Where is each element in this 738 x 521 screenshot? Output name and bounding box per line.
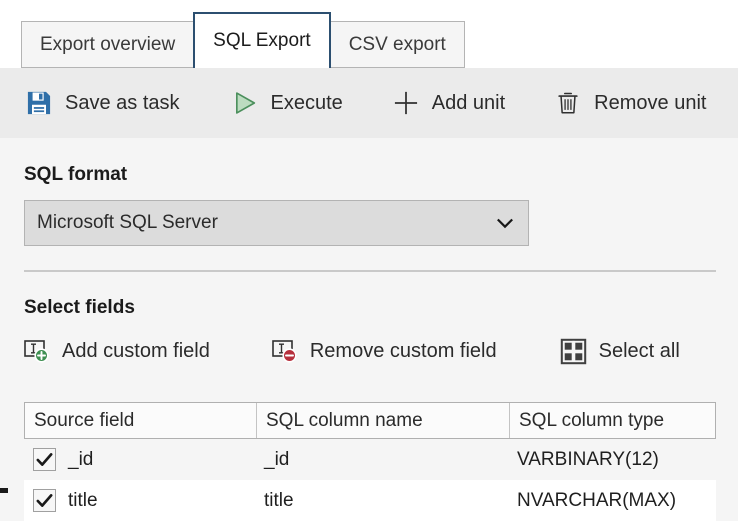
- plus-icon: [391, 88, 421, 118]
- button-label: Add custom field: [62, 340, 210, 363]
- play-triangle-icon: [230, 88, 260, 118]
- chevron-down-icon[interactable]: [482, 212, 528, 234]
- tab-label: SQL Export: [213, 30, 311, 52]
- cell-sql-column-name[interactable]: _id: [255, 439, 508, 480]
- tab-csv-export[interactable]: CSV export: [330, 21, 465, 68]
- row-checkbox[interactable]: [33, 489, 56, 512]
- button-label: Remove unit: [594, 92, 706, 115]
- add-unit-button[interactable]: Add unit: [381, 81, 515, 125]
- source-field-value: title: [68, 490, 98, 512]
- select-all-icon: [559, 337, 589, 365]
- column-header-sql-column-name[interactable]: SQL column name: [256, 403, 509, 438]
- remove-custom-field-icon: [270, 337, 300, 365]
- cell-source-field: _id: [24, 439, 255, 480]
- button-label: Execute: [271, 92, 343, 115]
- select-all-button[interactable]: Select all: [559, 337, 680, 365]
- table-row[interactable]: _id _id VARBINARY(12): [24, 439, 716, 480]
- execute-button[interactable]: Execute: [220, 81, 353, 125]
- cell-sql-column-name[interactable]: title: [255, 480, 508, 521]
- trash-icon: [553, 88, 583, 118]
- remove-unit-button[interactable]: Remove unit: [543, 81, 716, 125]
- fields-table: Source field SQL column name SQL column …: [24, 402, 716, 521]
- floppy-disk-icon: [24, 88, 54, 118]
- sql-format-selected-value: Microsoft SQL Server: [25, 212, 482, 234]
- section-divider: [24, 270, 716, 272]
- tab-label: Export overview: [40, 34, 175, 56]
- toolbar: Save as task Execute Add unit Remove uni…: [0, 68, 738, 138]
- tab-export-overview[interactable]: Export overview: [21, 21, 194, 68]
- source-field-value: _id: [68, 449, 93, 471]
- column-header-source-field[interactable]: Source field: [25, 403, 256, 438]
- sql-format-heading: SQL format: [24, 164, 127, 186]
- save-as-task-button[interactable]: Save as task: [14, 81, 190, 125]
- cell-sql-column-type[interactable]: NVARCHAR(MAX): [508, 480, 716, 521]
- remove-custom-field-button[interactable]: Remove custom field: [270, 337, 497, 365]
- select-fields-actions: Add custom field Remove custom field: [22, 337, 722, 365]
- table-header-row: Source field SQL column name SQL column …: [24, 402, 716, 439]
- tab-label: CSV export: [349, 34, 446, 56]
- add-custom-field-button[interactable]: Add custom field: [22, 337, 210, 365]
- row-checkbox[interactable]: [33, 448, 56, 471]
- cell-sql-column-type[interactable]: VARBINARY(12): [508, 439, 716, 480]
- tab-list: Export overview SQL Export CSV export: [22, 12, 465, 68]
- edge-artifact: [0, 488, 8, 493]
- tab-strip: Export overview SQL Export CSV export: [0, 0, 738, 68]
- add-custom-field-icon: [22, 337, 52, 365]
- select-fields-heading: Select fields: [24, 297, 135, 319]
- button-label: Select all: [599, 340, 680, 363]
- cell-source-field: title: [24, 480, 255, 521]
- table-row[interactable]: title title NVARCHAR(MAX): [24, 480, 716, 521]
- button-label: Save as task: [65, 92, 180, 115]
- sql-format-select[interactable]: Microsoft SQL Server: [24, 200, 529, 246]
- column-header-sql-column-type[interactable]: SQL column type: [509, 403, 715, 438]
- tab-sql-export[interactable]: SQL Export: [193, 12, 331, 68]
- button-label: Add unit: [432, 92, 505, 115]
- button-label: Remove custom field: [310, 340, 497, 363]
